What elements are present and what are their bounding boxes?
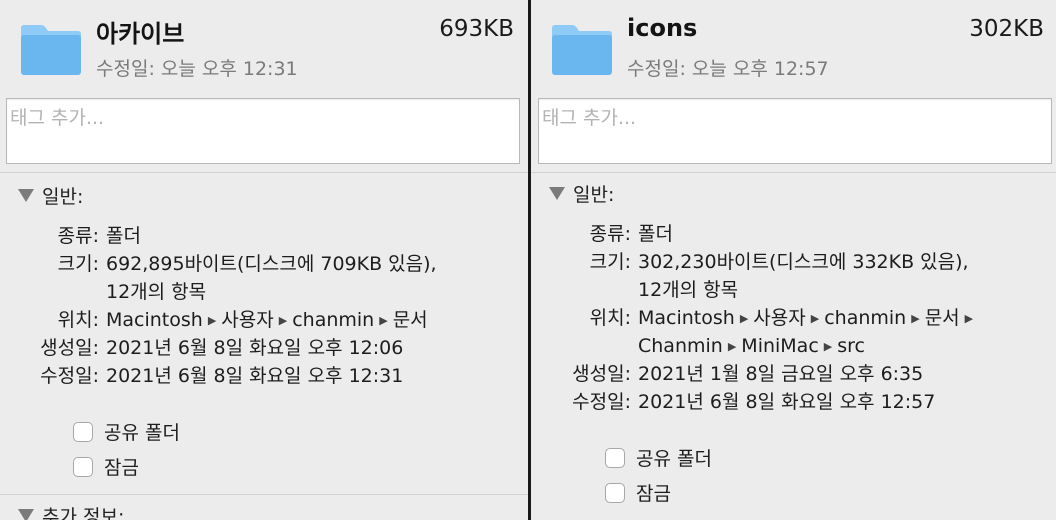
size-value: 302,230바이트(디스크에 332KB 있음), (638, 251, 969, 273)
shared-folder-option[interactable]: 공유 폴더 (605, 444, 712, 471)
created-value: 2021년 6월 8일 화요일 오후 12:06 (106, 337, 404, 359)
more-info-section-label: 추가 정보: (42, 506, 125, 520)
path-item[interactable]: 문서 (925, 307, 960, 329)
modified-summary: 수정일: 오늘 오후 12:57 (627, 58, 829, 80)
divider (0, 172, 528, 173)
path-item[interactable]: 문서 (393, 309, 428, 331)
shared-folder-label: 공유 폴더 (636, 448, 712, 470)
folder-name: icons (627, 14, 698, 42)
tags-input[interactable]: 태그 추가... (6, 98, 520, 164)
shared-folder-label: 공유 폴더 (104, 422, 180, 444)
folder-name: 아카이브 (96, 20, 185, 48)
path-arrow-icon: ▶ (823, 340, 833, 353)
disclosure-triangle-icon (18, 189, 34, 202)
divider (0, 494, 528, 495)
info-panel-left: 아카이브 693KB 수정일: 오늘 오후 12:31 태그 추가... 일반:… (0, 0, 528, 520)
created-label: 생성일: (572, 363, 631, 385)
path-item[interactable]: MiniMac (741, 335, 818, 357)
path-item[interactable]: Macintosh (638, 307, 735, 329)
locked-label: 잠금 (636, 483, 671, 505)
where-label: 위치: (589, 307, 631, 329)
disclosure-triangle-icon (549, 187, 565, 200)
path-continued: Chanmin ▶ MiniMac ▶ src (638, 332, 865, 361)
shared-folder-checkbox[interactable] (73, 421, 93, 442)
tags-input[interactable]: 태그 추가... (538, 98, 1052, 164)
general-section-toggle[interactable]: 일반: (549, 180, 614, 207)
modified-label: 수정일: (572, 391, 631, 413)
path: Macintosh ▶ 사용자 ▶ chanmin ▶ 문서 (106, 306, 428, 335)
general-section-label: 일반: (42, 186, 84, 208)
info-panel-right: icons 302KB 수정일: 오늘 오후 12:57 태그 추가... 일반… (531, 0, 1056, 520)
more-info-section-toggle[interactable]: 추가 정보: (18, 502, 124, 520)
locked-checkbox[interactable] (73, 456, 93, 477)
created-label: 생성일: (40, 337, 99, 359)
path-arrow-icon: ▶ (911, 312, 920, 325)
path-arrow-icon: ▶ (379, 314, 388, 327)
path-item[interactable]: chanmin (824, 307, 906, 329)
folder-size: 302KB (969, 16, 1044, 42)
path-arrow-icon: ▶ (727, 340, 737, 353)
tags-placeholder: 태그 추가... (10, 107, 105, 129)
locked-option[interactable]: 잠금 (73, 453, 139, 480)
modified-summary: 수정일: 오늘 오후 12:31 (96, 58, 298, 80)
general-section-toggle[interactable]: 일반: (18, 182, 83, 209)
modified-value: 2021년 6월 8일 화요일 오후 12:31 (106, 365, 404, 387)
path-arrow-icon: ▶ (964, 312, 974, 325)
kind-label: 종류: (589, 223, 631, 245)
path-arrow-icon: ▶ (207, 314, 217, 327)
path-item[interactable]: src (837, 335, 865, 357)
shared-folder-option[interactable]: 공유 폴더 (73, 418, 180, 445)
modified-label: 수정일: (40, 365, 99, 387)
kind-value: 폴더 (638, 223, 673, 245)
item-count: 12개의 항목 (638, 279, 739, 301)
path-item[interactable]: 사용자 (221, 309, 273, 331)
where-label: 위치: (57, 309, 99, 331)
disclosure-triangle-icon (18, 509, 34, 520)
path-arrow-icon: ▶ (278, 314, 288, 327)
size-label: 크기: (589, 251, 631, 273)
kind-label: 종류: (57, 225, 99, 247)
folder-icon (552, 25, 612, 75)
size-value: 692,895바이트(디스크에 709KB 있음), (106, 253, 437, 275)
modified-value: 2021년 6월 8일 화요일 오후 12:57 (638, 391, 936, 413)
locked-checkbox[interactable] (605, 482, 625, 503)
divider (531, 172, 1056, 173)
path-item[interactable]: Macintosh (106, 309, 203, 331)
item-count: 12개의 항목 (106, 281, 207, 303)
kind-value: 폴더 (106, 225, 141, 247)
locked-option[interactable]: 잠금 (605, 479, 671, 506)
path-arrow-icon: ▶ (810, 312, 820, 325)
tags-placeholder: 태그 추가... (542, 107, 637, 129)
general-section-label: 일반: (573, 184, 615, 206)
path: Macintosh ▶ 사용자 ▶ chanmin ▶ 문서 ▶ (638, 304, 978, 333)
path-item[interactable]: Chanmin (638, 335, 723, 357)
path-arrow-icon: ▶ (739, 312, 749, 325)
locked-label: 잠금 (104, 457, 139, 479)
path-item[interactable]: 사용자 (753, 307, 805, 329)
size-label: 크기: (57, 253, 99, 275)
created-value: 2021년 1월 8일 금요일 오후 6:35 (638, 363, 924, 385)
path-item[interactable]: chanmin (292, 309, 374, 331)
folder-size: 693KB (439, 16, 514, 42)
folder-icon (21, 25, 81, 75)
shared-folder-checkbox[interactable] (605, 447, 625, 468)
